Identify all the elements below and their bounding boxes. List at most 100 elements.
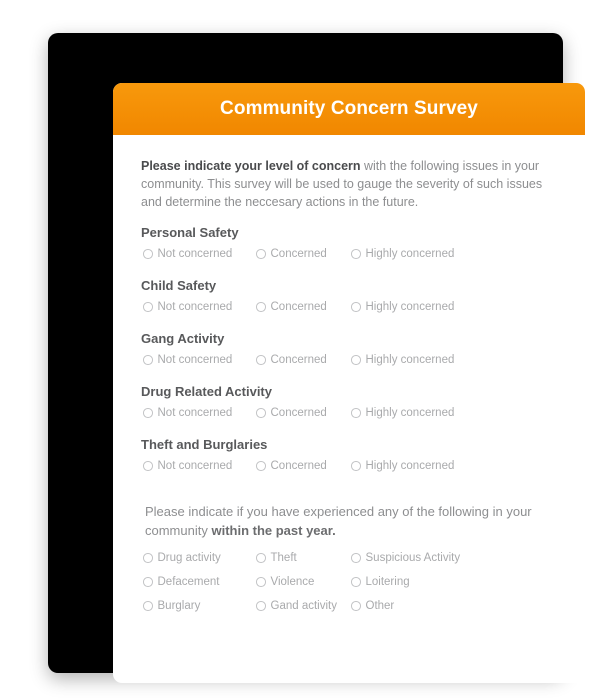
radio-icon[interactable]: [256, 408, 266, 418]
question-label: Personal Safety: [141, 225, 239, 240]
option-label: Burglary: [157, 600, 201, 612]
question-label: Theft and Burglaries: [141, 437, 268, 452]
radio-icon[interactable]: [143, 553, 153, 563]
experience-option-violence[interactable]: Violence: [256, 576, 314, 588]
option-label: Gand activity: [270, 600, 337, 612]
experience-option-other[interactable]: Other: [351, 600, 394, 612]
radio-icon[interactable]: [351, 553, 361, 563]
option-label: Suspicious Activity: [365, 552, 461, 564]
radio-icon[interactable]: [256, 577, 266, 587]
option-not-concerned[interactable]: Not concerned: [143, 354, 232, 366]
question-label: Gang Activity: [141, 331, 225, 346]
experience-options-row: Burglary Gand activity Other: [141, 600, 557, 624]
option-highly-concerned[interactable]: Highly concerned: [351, 301, 454, 313]
option-label: Not concerned: [157, 248, 233, 260]
scale-options-row: Not concerned Concerned Highly concerned: [141, 407, 557, 423]
survey-card: Community Concern Survey Please indicate…: [113, 83, 585, 683]
option-label: Concerned: [270, 248, 327, 260]
option-highly-concerned[interactable]: Highly concerned: [351, 248, 454, 260]
option-label: Highly concerned: [365, 248, 455, 260]
radio-icon[interactable]: [256, 461, 266, 471]
intro-paragraph: Please indicate your level of concern wi…: [141, 157, 545, 211]
radio-icon[interactable]: [351, 249, 361, 259]
question-label: Drug Related Activity: [141, 384, 272, 399]
question-gang-activity: Gang Activity Not concerned Concerned Hi…: [141, 331, 557, 370]
scale-options-row: Not concerned Concerned Highly concerned: [141, 248, 557, 264]
option-label: Not concerned: [157, 301, 233, 313]
option-label: Concerned: [270, 301, 327, 313]
survey-body: Please indicate your level of concern wi…: [113, 135, 585, 624]
radio-icon[interactable]: [351, 461, 361, 471]
option-label: Not concerned: [157, 354, 233, 366]
radio-icon[interactable]: [351, 302, 361, 312]
option-label: Concerned: [270, 354, 327, 366]
experience-options-row: Defacement Violence Loitering: [141, 576, 557, 600]
option-label: Defacement: [157, 576, 220, 588]
radio-icon[interactable]: [143, 249, 153, 259]
radio-icon[interactable]: [143, 461, 153, 471]
option-label: Highly concerned: [365, 301, 455, 313]
experience-options-row: Drug activity Theft Suspicious Activity: [141, 552, 557, 576]
experience-intro-normal: Please indicate if you have experienced …: [145, 504, 532, 538]
experience-option-burglary[interactable]: Burglary: [143, 600, 200, 612]
option-label: Concerned: [270, 460, 327, 472]
option-not-concerned[interactable]: Not concerned: [143, 460, 232, 472]
radio-icon[interactable]: [143, 577, 153, 587]
option-label: Highly concerned: [365, 354, 455, 366]
radio-icon[interactable]: [351, 408, 361, 418]
experience-options-grid: Drug activity Theft Suspicious Activity …: [141, 552, 557, 624]
experience-section-intro: Please indicate if you have experienced …: [145, 502, 555, 540]
option-label: Loitering: [365, 576, 410, 588]
option-not-concerned[interactable]: Not concerned: [143, 248, 232, 260]
experience-intro-bold: within the past year.: [211, 523, 336, 538]
scale-options-row: Not concerned Concerned Highly concerned: [141, 354, 557, 370]
experience-option-defacement[interactable]: Defacement: [143, 576, 220, 588]
option-label: Violence: [270, 576, 315, 588]
radio-icon[interactable]: [143, 408, 153, 418]
radio-icon[interactable]: [143, 601, 153, 611]
option-label: Other: [365, 600, 395, 612]
option-label: Not concerned: [157, 460, 233, 472]
option-highly-concerned[interactable]: Highly concerned: [351, 354, 454, 366]
experience-option-drug-activity[interactable]: Drug activity: [143, 552, 221, 564]
radio-icon[interactable]: [256, 601, 266, 611]
option-label: Theft: [270, 552, 297, 564]
option-concerned[interactable]: Concerned: [256, 460, 327, 472]
option-highly-concerned[interactable]: Highly concerned: [351, 407, 454, 419]
experience-option-suspicious-activity[interactable]: Suspicious Activity: [351, 552, 460, 564]
question-personal-safety: Personal Safety Not concerned Concerned …: [141, 225, 557, 264]
radio-icon[interactable]: [256, 553, 266, 563]
option-label: Highly concerned: [365, 460, 455, 472]
question-label: Child Safety: [141, 278, 217, 293]
option-label: Drug activity: [157, 552, 221, 564]
option-label: Highly concerned: [365, 407, 455, 419]
intro-bold-lead: Please indicate your level of concern: [141, 159, 361, 173]
radio-icon[interactable]: [351, 601, 361, 611]
scale-options-row: Not concerned Concerned Highly concerned: [141, 460, 557, 476]
option-concerned[interactable]: Concerned: [256, 248, 327, 260]
question-child-safety: Child Safety Not concerned Concerned Hig…: [141, 278, 557, 317]
device-frame: Community Concern Survey Please indicate…: [48, 33, 585, 683]
radio-icon[interactable]: [256, 355, 266, 365]
radio-icon[interactable]: [351, 355, 361, 365]
option-not-concerned[interactable]: Not concerned: [143, 407, 232, 419]
scale-options-row: Not concerned Concerned Highly concerned: [141, 301, 557, 317]
option-highly-concerned[interactable]: Highly concerned: [351, 460, 454, 472]
page-title: Community Concern Survey: [220, 98, 478, 119]
radio-icon[interactable]: [351, 577, 361, 587]
option-concerned[interactable]: Concerned: [256, 354, 327, 366]
radio-icon[interactable]: [143, 355, 153, 365]
experience-option-theft[interactable]: Theft: [256, 552, 297, 564]
experience-option-gang-activity[interactable]: Gand activity: [256, 600, 337, 612]
radio-icon[interactable]: [256, 302, 266, 312]
question-theft-and-burglaries: Theft and Burglaries Not concerned Conce…: [141, 437, 557, 476]
option-concerned[interactable]: Concerned: [256, 301, 327, 313]
option-not-concerned[interactable]: Not concerned: [143, 301, 232, 313]
option-concerned[interactable]: Concerned: [256, 407, 327, 419]
survey-header: Community Concern Survey: [113, 83, 585, 135]
radio-icon[interactable]: [143, 302, 153, 312]
radio-icon[interactable]: [256, 249, 266, 259]
option-label: Concerned: [270, 407, 327, 419]
experience-option-loitering[interactable]: Loitering: [351, 576, 410, 588]
option-label: Not concerned: [157, 407, 233, 419]
